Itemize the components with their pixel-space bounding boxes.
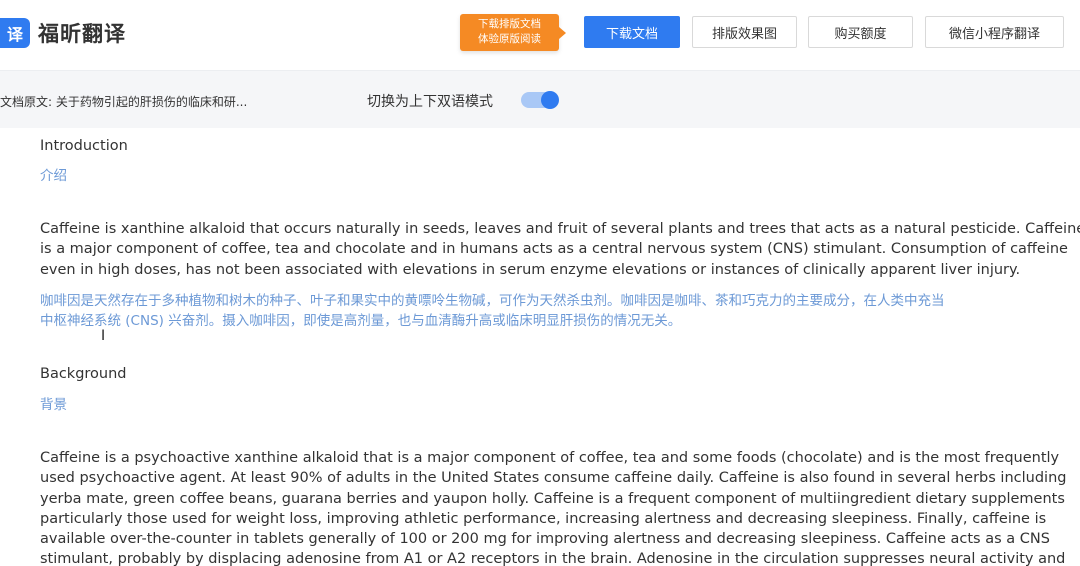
- paragraph-line: Caffeine is xanthine alkaloid that occur…: [40, 221, 1080, 237]
- section-heading-en: Introduction: [40, 138, 128, 154]
- promo-line-2: 体验原版阅读: [478, 33, 541, 45]
- promo-line-1: 下载排版文档: [478, 18, 541, 30]
- download-document-button[interactable]: 下载文档: [584, 16, 680, 48]
- section-heading-zh: 介绍: [40, 168, 67, 184]
- paragraph-line: used psychoactive agent. At least 90% of…: [40, 470, 1067, 487]
- section-heading-zh: 背景: [40, 397, 67, 413]
- paragraph-line: available over-the-counter in tablets ge…: [40, 531, 1050, 548]
- document-info-bar: 文档原文: 关于药物引起的肝损伤的临床和研... 切换为上下双语模式: [0, 71, 1080, 128]
- top-header: 译 福昕翻译 下载排版文档 体验原版阅读 下载文档 排版效果图 购买额度 微信小…: [0, 0, 1080, 71]
- paragraph-en: Caffeine is xanthine alkaloid that occur…: [40, 219, 1080, 280]
- paragraph-line-zh: 咖啡因是天然存在于多种植物和树木的种子、叶子和果实中的黄嘌呤生物碱，可作为天然杀…: [40, 293, 945, 309]
- bilingual-mode-label: 切换为上下双语模式: [367, 94, 493, 110]
- text-cursor-icon: I: [101, 328, 106, 344]
- paragraph-line-zh: 中枢神经系统 (CNS) 兴奋剂。摄入咖啡因，即使是高剂量，也与血清酶升高或临床…: [40, 313, 682, 329]
- promo-tooltip[interactable]: 下载排版文档 体验原版阅读: [460, 14, 566, 51]
- document-original-title: 文档原文: 关于药物引起的肝损伤的临床和研...: [0, 95, 248, 109]
- paragraph-zh: 咖啡因是天然存在于多种植物和树木的种子、叶子和果实中的黄嘌呤生物碱，可作为天然杀…: [40, 291, 1080, 331]
- layout-preview-button[interactable]: 排版效果图: [692, 16, 797, 48]
- paragraph-line: yerba mate, green coffee beans, guarana …: [40, 490, 1065, 507]
- paragraph-line: stimulant, probably by displacing adenos…: [40, 551, 1066, 566]
- bilingual-mode-toggle[interactable]: [521, 91, 559, 109]
- app-logo[interactable]: 译 福昕翻译: [0, 16, 126, 50]
- buy-quota-button[interactable]: 购买额度: [808, 16, 913, 48]
- paragraph-line: even in high doses, has not been associa…: [40, 261, 1021, 278]
- paragraph-line: Caffeine is a psychoactive xanthine alka…: [40, 450, 1060, 466]
- wechat-miniprogram-button[interactable]: 微信小程序翻译: [925, 16, 1064, 48]
- logo-text: 福昕翻译: [38, 22, 126, 46]
- translate-logo-icon: 译: [0, 18, 30, 48]
- document-content: Introduction 介绍 Caffeine is xanthine alk…: [0, 128, 1080, 566]
- section-heading-en: Background: [40, 366, 127, 382]
- paragraph-line: is a major component of coffee, tea and …: [40, 241, 1068, 258]
- paragraph-line: particularly those used for weight loss,…: [40, 510, 1047, 527]
- paragraph-en: Caffeine is a psychoactive xanthine alka…: [40, 448, 1080, 566]
- toggle-knob: [541, 91, 559, 109]
